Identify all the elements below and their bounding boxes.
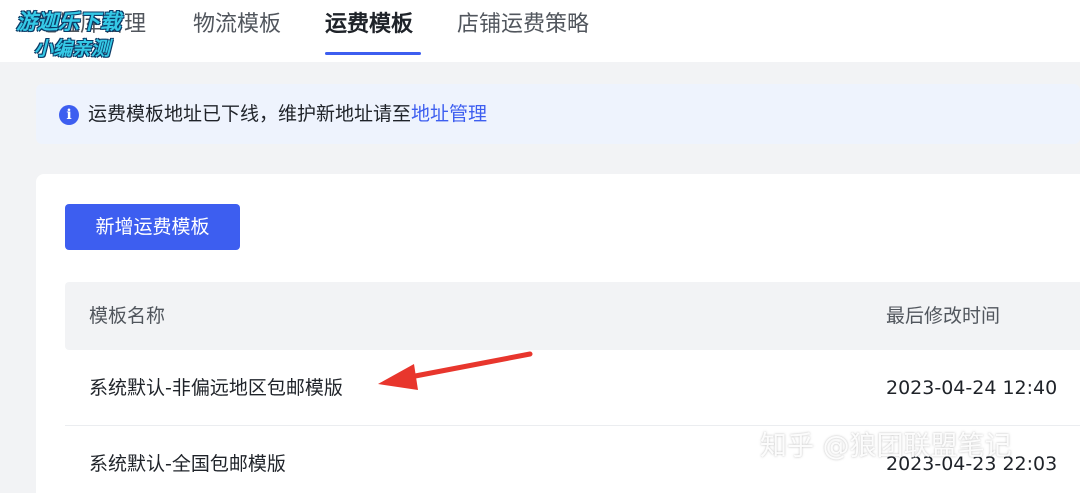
- template-name-cell: 系统默认-非偏远地区包邮模版: [89, 377, 343, 399]
- tab-shop-shipping-strategy[interactable]: 店铺运费策略: [457, 8, 589, 42]
- zhihu-watermark: 知乎 @狼团联盟笔记: [760, 431, 1012, 462]
- tab-bar: 地址库管理 物流模板 运费模板 店铺运费策略: [0, 0, 1080, 62]
- address-management-link[interactable]: 地址管理: [411, 103, 487, 125]
- column-header-template-name: 模板名称: [89, 305, 166, 327]
- tab-logistics-template[interactable]: 物流模板: [193, 8, 281, 42]
- table-row[interactable]: 系统默认-非偏远地区包邮模版 2023-04-24 12:40: [65, 350, 1080, 426]
- last-modified-cell: 2023-04-24 12:40: [886, 377, 1058, 399]
- annotation-arrow-icon: [378, 351, 533, 390]
- info-notice: i 运费模板地址已下线，维护新地址请至地址管理: [36, 84, 1080, 144]
- template-name-cell: 系统默认-全国包邮模版: [89, 453, 286, 475]
- watermark-line2: 小编亲测: [34, 38, 111, 60]
- add-shipping-template-button[interactable]: 新增运费模板: [65, 204, 240, 250]
- column-header-last-modified: 最后修改时间: [886, 305, 1001, 327]
- notice-text: 运费模板地址已下线，维护新地址请至地址管理: [88, 100, 487, 128]
- watermark-line1: 游迦乐下载: [16, 10, 121, 34]
- watermark-logo: 游迦乐下载 小编亲测: [16, 8, 156, 64]
- table-header: 模板名称 最后修改时间: [65, 282, 1080, 350]
- page: 地址库管理 物流模板 运费模板 店铺运费策略 游迦乐下载 小编亲测 i 运费模板…: [0, 0, 1080, 493]
- notice-message: 运费模板地址已下线，维护新地址请至: [88, 103, 412, 125]
- tab-shipping-template[interactable]: 运费模板: [325, 8, 413, 42]
- active-tab-indicator: [325, 52, 421, 55]
- info-icon: i: [59, 105, 79, 125]
